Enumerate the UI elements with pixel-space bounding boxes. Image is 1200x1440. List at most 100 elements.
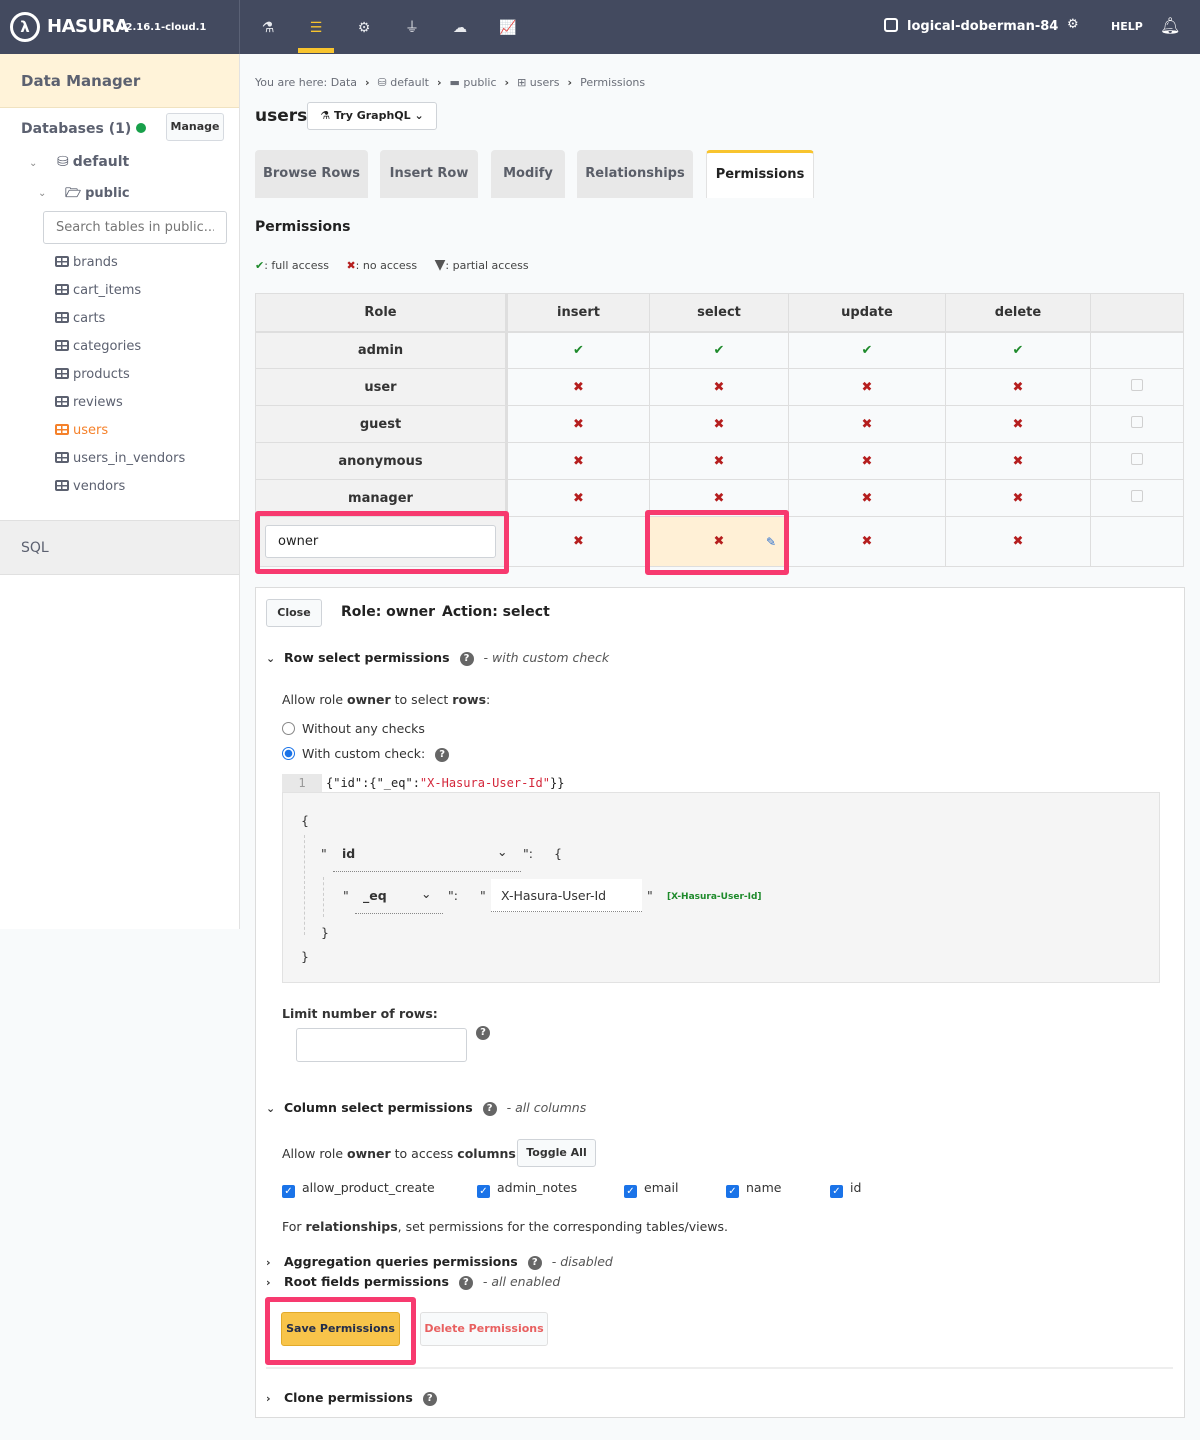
table-search-input[interactable] bbox=[43, 211, 227, 244]
checkbox-checked-icon[interactable]: ✓ bbox=[282, 1185, 295, 1198]
tab-browse-rows[interactable]: Browse Rows bbox=[255, 150, 368, 198]
tree-schema-public[interactable]: 🗁 public bbox=[65, 184, 130, 206]
permission-cell-delete[interactable]: ✖ bbox=[945, 368, 1091, 406]
checkbox-checked-icon[interactable]: ✓ bbox=[830, 1185, 843, 1198]
help-icon[interactable]: ? bbox=[422, 1392, 437, 1406]
tab-insert-row[interactable]: Insert Row bbox=[380, 150, 478, 198]
permission-cell-select[interactable]: ✖ bbox=[649, 442, 789, 480]
chevron-down-icon[interactable]: ⌄ bbox=[29, 158, 37, 169]
permission-cell-update[interactable]: ✖ bbox=[788, 368, 946, 406]
column-checkbox-name[interactable]: ✓ name bbox=[726, 1180, 781, 1198]
permission-cell-delete[interactable]: ✔ bbox=[945, 331, 1091, 369]
sidebar-item-sql[interactable]: SQL bbox=[0, 520, 239, 575]
help-icon[interactable]: ? bbox=[482, 1102, 497, 1116]
column-select[interactable]: id bbox=[342, 846, 355, 861]
radio-custom-check[interactable]: With custom check:? bbox=[282, 746, 450, 762]
permission-cell-insert[interactable]: ✖ bbox=[506, 516, 650, 567]
breadcrumb-item[interactable]: public bbox=[463, 76, 496, 89]
permission-cell-update[interactable]: ✔ bbox=[788, 331, 946, 369]
sidebar-table-categories[interactable]: categories bbox=[55, 336, 185, 364]
operator-select[interactable]: _eq bbox=[363, 888, 387, 903]
bulk-select-checkbox[interactable] bbox=[1131, 416, 1143, 428]
monitoring-icon[interactable]: 📈 bbox=[498, 18, 518, 38]
permission-cell-select[interactable]: ✔ bbox=[649, 331, 789, 369]
limit-rows-input[interactable] bbox=[296, 1028, 467, 1062]
clone-permissions-toggle[interactable]: › Clone permissions? bbox=[266, 1390, 437, 1406]
session-variable-hint[interactable]: [X-Hasura-User-Id] bbox=[667, 892, 762, 902]
bulk-select-checkbox[interactable] bbox=[1131, 379, 1143, 391]
breadcrumb-prefix[interactable]: You are here: Data bbox=[255, 76, 357, 89]
hasura-logo-icon[interactable]: λ bbox=[10, 12, 40, 42]
data-icon[interactable]: ☰ bbox=[306, 18, 326, 38]
help-icon[interactable]: ? bbox=[459, 652, 474, 666]
sidebar-table-brands[interactable]: brands bbox=[55, 252, 185, 280]
sidebar-table-cart-items[interactable]: cart_items bbox=[55, 280, 185, 308]
help-link[interactable]: HELP bbox=[1111, 20, 1143, 33]
permission-cell-insert[interactable]: ✖ bbox=[506, 442, 650, 480]
sidebar-table-reviews[interactable]: reviews bbox=[55, 392, 185, 420]
permission-cell-delete[interactable]: ✖ bbox=[945, 442, 1091, 480]
new-role-input[interactable] bbox=[265, 525, 496, 558]
project-selector[interactable]: logical-doberman-84 bbox=[884, 18, 1058, 34]
chevron-down-icon[interactable]: ⌄ bbox=[497, 844, 507, 859]
save-permissions-button[interactable]: Save Permissions bbox=[281, 1312, 400, 1346]
help-icon[interactable]: ? bbox=[435, 748, 450, 762]
delete-permissions-button[interactable]: Delete Permissions bbox=[420, 1312, 548, 1346]
actions-icon[interactable]: ⚙ bbox=[354, 18, 374, 38]
close-button[interactable]: Close bbox=[266, 599, 322, 627]
tab-modify[interactable]: Modify bbox=[491, 150, 565, 198]
sidebar-table-products[interactable]: products bbox=[55, 364, 185, 392]
permission-cell-delete[interactable]: ✖ bbox=[945, 516, 1091, 567]
remote-schemas-icon[interactable]: ⏚ bbox=[402, 18, 422, 38]
permission-cell-update[interactable]: ✖ bbox=[788, 479, 946, 517]
permission-cell-update[interactable]: ✖ bbox=[788, 442, 946, 480]
chevron-down-icon[interactable]: ⌄ bbox=[38, 188, 46, 199]
aggregation-permissions-toggle[interactable]: › Aggregation queries permissions? - disab… bbox=[266, 1254, 613, 1270]
permission-cell-insert[interactable]: ✔ bbox=[506, 331, 650, 369]
column-checkbox-allow-product-create[interactable]: ✓ allow_product_create bbox=[282, 1180, 435, 1198]
permission-cell-delete[interactable]: ✖ bbox=[945, 479, 1091, 517]
tab-relationships[interactable]: Relationships bbox=[577, 150, 693, 198]
permission-cell-update[interactable]: ✖ bbox=[788, 516, 946, 567]
row-permissions-toggle[interactable]: ⌄ Row select permissions? - with custom ch… bbox=[266, 650, 609, 666]
help-icon[interactable]: ? bbox=[527, 1256, 542, 1270]
permission-cell-select[interactable]: ✖ bbox=[649, 368, 789, 406]
pencil-edit-icon[interactable]: ✎ bbox=[766, 535, 776, 549]
settings-gear-icon[interactable]: ⚙ bbox=[1067, 17, 1079, 32]
notifications-bell-icon[interactable]: 🔔︎ bbox=[1160, 16, 1180, 35]
try-graphql-button[interactable]: ⚗ Try GraphQL ⌄ bbox=[307, 102, 437, 130]
column-checkbox-id[interactable]: ✓ id bbox=[830, 1180, 861, 1198]
breadcrumb-item[interactable]: users bbox=[530, 76, 560, 89]
chevron-down-icon[interactable]: ⌄ bbox=[421, 886, 431, 901]
sidebar-table-vendors[interactable]: vendors bbox=[55, 476, 185, 504]
permission-cell-update[interactable]: ✖ bbox=[788, 405, 946, 443]
events-icon[interactable]: ☁ bbox=[450, 18, 470, 38]
manage-button[interactable]: Manage bbox=[166, 113, 224, 141]
help-icon[interactable]: ? bbox=[476, 1026, 490, 1040]
tree-database-default[interactable]: ⛁ default bbox=[57, 154, 129, 170]
sidebar-table-users[interactable]: users bbox=[55, 420, 185, 448]
sidebar-table-users-in-vendors[interactable]: users_in_vendors bbox=[55, 448, 185, 476]
bulk-select-checkbox[interactable] bbox=[1131, 453, 1143, 465]
root-fields-permissions-toggle[interactable]: › Root fields permissions? - all enabled bbox=[266, 1274, 560, 1290]
column-permissions-toggle[interactable]: ⌄ Column select permissions? - all columns bbox=[266, 1100, 586, 1116]
breadcrumb-item[interactable]: default bbox=[390, 76, 429, 89]
permission-cell-select[interactable]: ✖ bbox=[649, 405, 789, 443]
checkbox-checked-icon[interactable]: ✓ bbox=[726, 1185, 739, 1198]
permission-cell-insert[interactable]: ✖ bbox=[506, 368, 650, 406]
column-checkbox-email[interactable]: ✓ email bbox=[624, 1180, 678, 1198]
bulk-select-checkbox[interactable] bbox=[1131, 490, 1143, 502]
permission-cell-insert[interactable]: ✖ bbox=[506, 479, 650, 517]
help-icon[interactable]: ? bbox=[458, 1276, 473, 1290]
json-code-editor[interactable]: 1 {"id":{"_eq":"X-Hasura-User-Id"}} bbox=[282, 774, 1134, 792]
radio-without-checks[interactable]: Without any checks bbox=[282, 721, 425, 736]
api-explorer-icon[interactable]: ⚗ bbox=[258, 18, 278, 38]
radio-button[interactable] bbox=[282, 722, 295, 735]
radio-button-selected[interactable] bbox=[282, 747, 295, 760]
value-input[interactable]: X-Hasura-User-Id bbox=[491, 879, 642, 912]
tab-permissions[interactable]: Permissions bbox=[706, 150, 814, 198]
checkbox-checked-icon[interactable]: ✓ bbox=[477, 1185, 490, 1198]
toggle-all-button[interactable]: Toggle All bbox=[517, 1139, 596, 1167]
checkbox-checked-icon[interactable]: ✓ bbox=[624, 1185, 637, 1198]
permission-cell-delete[interactable]: ✖ bbox=[945, 405, 1091, 443]
